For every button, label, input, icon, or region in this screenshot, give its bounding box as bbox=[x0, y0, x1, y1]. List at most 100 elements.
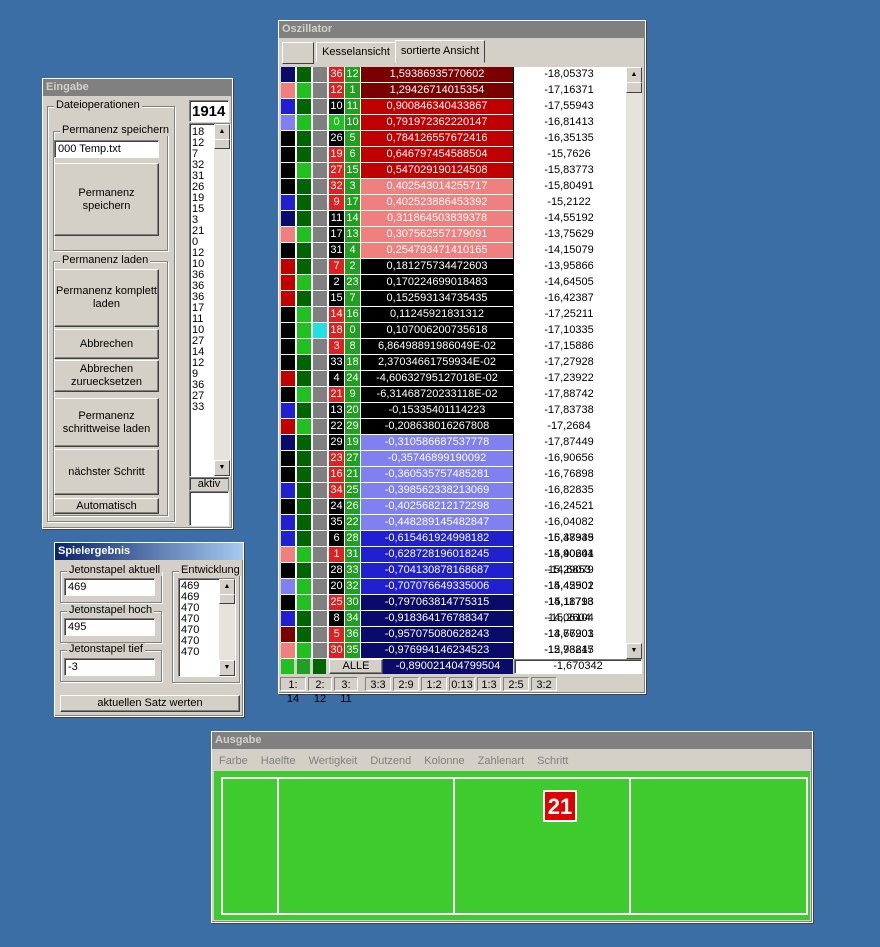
oszillator-row[interactable]: 21 9 -6,31468720233118E-02 -17,88742 bbox=[281, 387, 626, 403]
oszillator-row[interactable]: 17 13 0,307562557179091 -13,75629 bbox=[281, 227, 626, 243]
oszillator-row[interactable]: 3 8 6,86498891986049E-02 -17,15886 bbox=[281, 339, 626, 355]
eingabe-window: Eingabe Dateioperationen Permanenz speic… bbox=[42, 78, 233, 529]
row-color-cell bbox=[313, 419, 327, 434]
row-deviation: -13,75629 bbox=[544, 228, 594, 240]
row-color-cell bbox=[281, 387, 295, 402]
menu-item-zahlenart[interactable]: Zahlenart bbox=[478, 755, 524, 767]
scroll-thumb[interactable] bbox=[214, 139, 230, 149]
menu-item-haelfte[interactable]: Haelfte bbox=[261, 755, 296, 767]
oszillator-row[interactable]: 27 15 0,547029190124508 -15,83773 bbox=[281, 163, 626, 179]
scroll-up-icon[interactable]: ▲ bbox=[214, 124, 230, 140]
permanenz-scrollbar[interactable]: ▲ ▼ bbox=[214, 124, 230, 476]
abbrechen-button[interactable]: Abbrechen bbox=[54, 329, 159, 359]
oszillator-row[interactable]: 36 12 1,59386935770602 -18,05373 bbox=[281, 67, 626, 83]
tab-kesselansicht[interactable]: Kesselansicht bbox=[316, 42, 396, 62]
oszillator-row[interactable]: 2 23 0,170224699018483 -14,64505 bbox=[281, 275, 626, 291]
oszillator-row[interactable]: 15 7 0,152593134735435 -16,42387 bbox=[281, 291, 626, 307]
oszillator-row[interactable]: 13 20 -0,15335401114223 -17,83738 bbox=[281, 403, 626, 419]
scroll-up-icon[interactable]: ▲ bbox=[219, 579, 235, 595]
row-deviation: -17,88742 bbox=[544, 388, 594, 400]
oszillator-row[interactable]: 32 3 0,402543014255717 -15,80491 bbox=[281, 179, 626, 195]
scroll-down-icon[interactable]: ▼ bbox=[219, 660, 235, 676]
row-number-a: 27 bbox=[329, 163, 344, 178]
table-divider-1 bbox=[277, 777, 279, 915]
aktuellen-satz-werten-button[interactable]: aktuellen Satz werten bbox=[60, 695, 240, 712]
alle-button[interactable]: ALLE bbox=[329, 659, 383, 674]
extra-deviation: -14,6853 bbox=[547, 564, 591, 576]
row-color-cell bbox=[313, 259, 327, 274]
oszillator-row[interactable]: 0 10 0,791972362220147 -16,81413 bbox=[281, 115, 626, 131]
row-color-cell bbox=[281, 339, 295, 354]
oszillator-row[interactable]: 4 24 -4,60632795127018E-02 -17,23922 bbox=[281, 371, 626, 387]
oszillator-row[interactable]: 23 27 -0,35746899190092 -16,90656 bbox=[281, 451, 626, 467]
menu-item-farbe[interactable]: Farbe bbox=[219, 755, 248, 767]
extra-deviation: -15,40201 bbox=[544, 548, 594, 560]
scroll-down-icon[interactable]: ▼ bbox=[626, 643, 642, 659]
permanenz-komplett-laden-button[interactable]: Permanenz komplett laden bbox=[54, 269, 159, 327]
row-value: -0,976994146234523 bbox=[361, 643, 513, 658]
entwicklung-scrollbar[interactable]: ▲ ▼ bbox=[219, 579, 235, 676]
row-color-cell bbox=[313, 307, 327, 322]
naechster-schritt-button[interactable]: nächster Schritt bbox=[54, 449, 159, 495]
row-color-cell bbox=[281, 227, 295, 242]
row-number-a: 1 bbox=[329, 547, 344, 562]
oszillator-scrollbar[interactable]: ▲ ▼ bbox=[626, 67, 642, 659]
jetonstapel-aktuell-field[interactable]: 469 bbox=[64, 578, 155, 596]
oszillator-row[interactable]: 29 19 -0,310586687537778 -17,87449 bbox=[281, 435, 626, 451]
row-value: -0,628728196018245 bbox=[361, 547, 513, 562]
abbrechen-zuruecksetzen-button[interactable]: Abbrechen zuruecksetzen bbox=[54, 360, 159, 392]
row-deviation: -17,55943 bbox=[544, 100, 594, 112]
jetonstapel-tief-field[interactable]: -3 bbox=[64, 658, 155, 676]
oszillator-row[interactable]: 19 6 0,646797454588504 -15,7626 bbox=[281, 147, 626, 163]
oszillator-row[interactable]: 9 17 0,402523886453392 -15,2122 bbox=[281, 195, 626, 211]
oszillator-row[interactable]: 12 1 1,29426714015354 -17,16371 bbox=[281, 83, 626, 99]
oszillator-row[interactable]: 18 0 0,107006200735618 -17,10335 bbox=[281, 323, 626, 339]
jetonstapel-hoch-field[interactable]: 495 bbox=[64, 618, 155, 636]
permanenz-speichern-button[interactable]: Permanenz speichern bbox=[54, 163, 159, 236]
oszillator-row[interactable]: 16 21 -0,360535757485281 -16,76898 bbox=[281, 467, 626, 483]
row-number-b: 15 bbox=[345, 163, 360, 178]
result-number: 21 bbox=[543, 790, 577, 822]
oszillator-row[interactable]: 26 5 0,784126557672416 -16,35135 bbox=[281, 131, 626, 147]
menu-item-wertigkeit[interactable]: Wertigkeit bbox=[309, 755, 358, 767]
oszillator-row[interactable]: 24 26 -0,402568212172298 -16,24521 bbox=[281, 499, 626, 515]
menu-item-dutzend[interactable]: Dutzend bbox=[370, 755, 411, 767]
scroll-down-icon[interactable]: ▼ bbox=[214, 460, 230, 476]
row-color-cell bbox=[297, 499, 311, 514]
row-color-cell bbox=[313, 643, 327, 658]
oszillator-row[interactable]: 31 4 0,254793471410165 -14,15079 bbox=[281, 243, 626, 259]
oszillator-row[interactable]: 35 22 -0,448289145482847 -16,04082 bbox=[281, 515, 626, 531]
permanenz-schrittweise-laden-button[interactable]: Permanenz schrittweise laden bbox=[54, 398, 159, 447]
oszillator-row[interactable]: 14 16 0,11245921831312 -17,25211 bbox=[281, 307, 626, 323]
oszillator-row[interactable]: 33 18 2,37034661759934E-02 -17,27928 bbox=[281, 355, 626, 371]
row-number-b: 5 bbox=[345, 131, 360, 146]
row-number-a: 18 bbox=[329, 323, 344, 338]
ausgabe-window: Ausgabe Farbe Haelfte Wertigkeit Dutzend Kol… bbox=[211, 731, 813, 923]
row-color-cell bbox=[313, 147, 327, 162]
jetonstapel-aktuell-label: Jetonstapel aktuell bbox=[67, 564, 163, 576]
oszillator-row[interactable]: 10 11 0,900846340433867 -17,55943 bbox=[281, 99, 626, 115]
scroll-up-icon[interactable]: ▲ bbox=[626, 67, 642, 83]
tab-sortierte-ansicht[interactable]: sortierte Ansicht bbox=[395, 40, 485, 63]
entwicklung-list[interactable]: 469 469 470 470 470 470 470 ▲ ▼ bbox=[178, 578, 236, 677]
row-color-cell bbox=[313, 227, 327, 242]
count-display: 1914 bbox=[189, 100, 229, 122]
row-color-cell bbox=[297, 291, 311, 306]
row-color-cell bbox=[297, 99, 311, 114]
automatisch-button[interactable]: Automatisch bbox=[54, 498, 159, 514]
menu-item-schritt[interactable]: Schritt bbox=[537, 755, 568, 767]
row-color-cell bbox=[297, 483, 311, 498]
oszillator-row[interactable]: 34 25 -0,398562338213069 -16,82835 bbox=[281, 483, 626, 499]
scroll-thumb[interactable] bbox=[626, 82, 642, 93]
row-color-cell bbox=[281, 99, 295, 114]
oszillator-row[interactable]: 7 2 0,181275734472603 -13,95866 bbox=[281, 259, 626, 275]
filename-input[interactable]: 000 Temp.txt bbox=[54, 140, 159, 158]
row-value: 6,86498891986049E-02 bbox=[361, 339, 513, 354]
scroll-thumb[interactable] bbox=[219, 594, 235, 604]
menu-item-kolonne[interactable]: Kolonne bbox=[424, 755, 464, 767]
row-number-b: 27 bbox=[345, 451, 360, 466]
oszillator-row[interactable]: 22 29 -0,208638016267808 -17,2684 bbox=[281, 419, 626, 435]
oszillator-row[interactable]: 11 14 0,311864503839378 -14,55192 bbox=[281, 211, 626, 227]
row-number-b: 8 bbox=[345, 339, 360, 354]
permanenz-list[interactable]: 18 12 7 32 31 26 19 15 3 21 0 12 10 36 36 36 17 11 10 27 14 1… bbox=[189, 123, 231, 477]
